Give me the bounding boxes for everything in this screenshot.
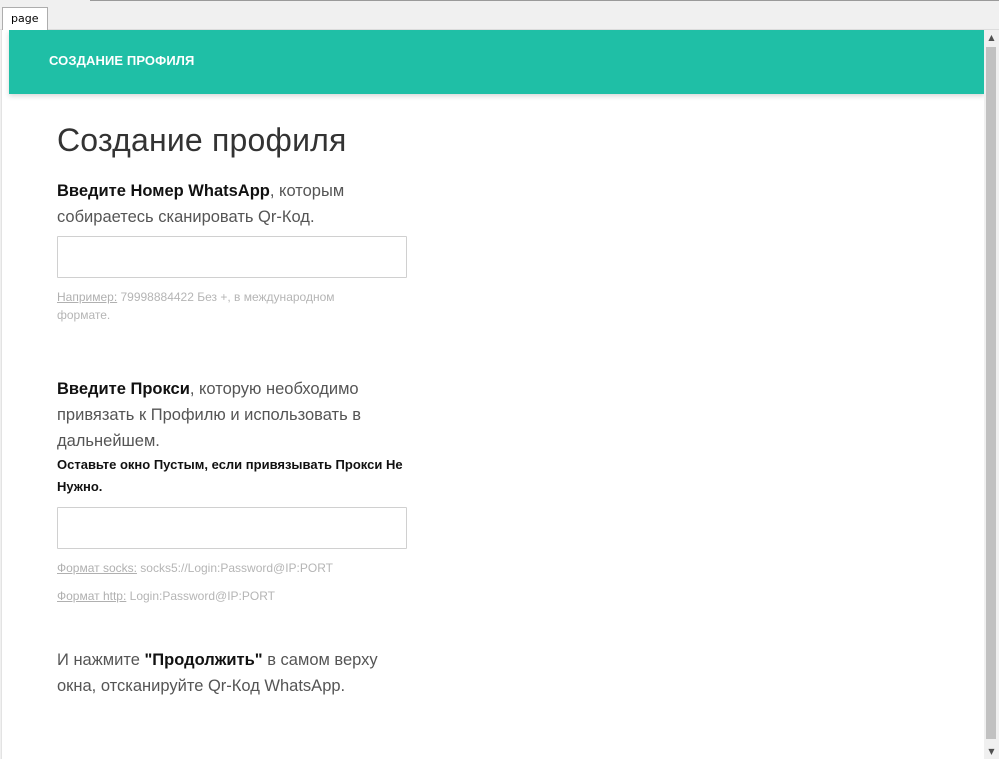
http-format-hint: Формат http: Login:Password@IP:PORT xyxy=(57,587,417,605)
tab-strip-border xyxy=(90,0,999,1)
header-title: СОЗДАНИЕ ПРОФИЛЯ xyxy=(49,53,195,68)
proxy-input[interactable] xyxy=(57,507,407,549)
socks-format-label: Формат socks: xyxy=(57,561,137,575)
proxy-label-bold: Введите Прокси xyxy=(57,380,190,398)
scrollbar-thumb[interactable] xyxy=(986,47,996,739)
whatsapp-label: Введите Номер WhatsApp, которым собирает… xyxy=(57,178,417,230)
page-header: СОЗДАНИЕ ПРОФИЛЯ xyxy=(9,30,985,94)
http-format-label: Формат http: xyxy=(57,589,127,603)
whatsapp-hint: Например: 79998884422 Без +, в междунаро… xyxy=(57,288,377,324)
proxy-note: Оставьте окно Пустым, если привязывать П… xyxy=(57,457,403,494)
http-format-text: Login:Password@IP:PORT xyxy=(126,589,275,603)
tab-page[interactable]: page xyxy=(2,7,48,30)
continue-instructions: И нажмите "Продолжить" в самом верху окн… xyxy=(57,647,402,699)
socks-format-text: socks5://Login:Password@IP:PORT xyxy=(136,561,334,575)
profile-form: Создание профиля Введите Номер WhatsApp,… xyxy=(57,122,417,699)
whatsapp-label-bold: Введите Номер WhatsApp xyxy=(57,182,270,200)
proxy-label: Введите Прокси, которую необходимо привя… xyxy=(57,376,417,454)
page-viewport: СОЗДАНИЕ ПРОФИЛЯ Создание профиля Введит… xyxy=(1,30,985,759)
whatsapp-number-input[interactable] xyxy=(57,236,407,278)
whatsapp-hint-label: Например: xyxy=(57,290,118,304)
scroll-down-icon[interactable]: ▼ xyxy=(984,744,999,759)
vertical-scrollbar[interactable]: ▲ ▼ xyxy=(984,30,999,759)
tab-strip: page xyxy=(0,0,999,30)
page-title: Создание профиля xyxy=(57,122,347,158)
socks-format-hint: Формат socks: socks5://Login:Password@IP… xyxy=(57,559,417,577)
scroll-up-icon[interactable]: ▲ xyxy=(984,30,999,45)
continue-bold: "Продолжить" xyxy=(144,651,263,669)
continue-prefix: И нажмите xyxy=(57,651,145,669)
